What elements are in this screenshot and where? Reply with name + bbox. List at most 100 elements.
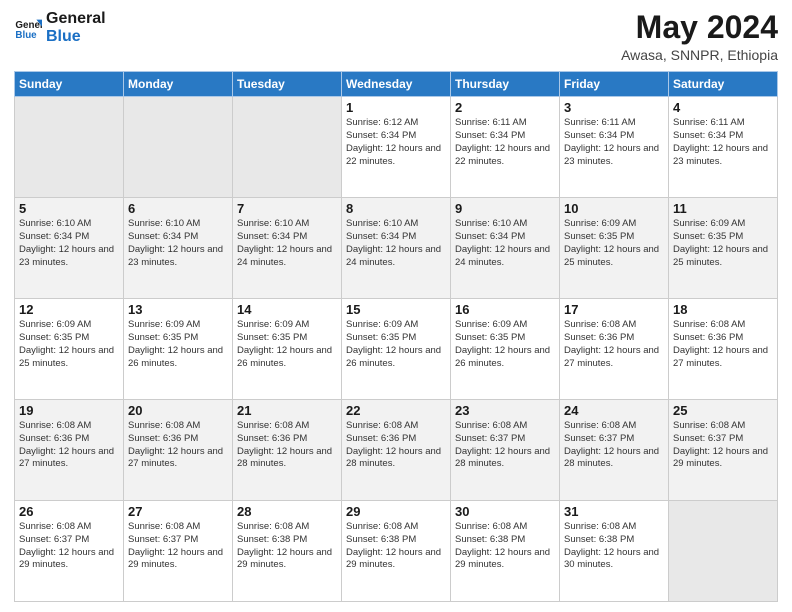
day-number: 31 (564, 504, 664, 519)
calendar-cell (669, 501, 778, 602)
day-number: 13 (128, 302, 228, 317)
day-info: Sunrise: 6:09 AM Sunset: 6:35 PM Dayligh… (128, 319, 228, 370)
title-block: May 2024 Awasa, SNNPR, Ethiopia (621, 10, 778, 63)
calendar-cell: 10Sunrise: 6:09 AM Sunset: 6:35 PM Dayli… (560, 198, 669, 299)
day-info: Sunrise: 6:08 AM Sunset: 6:38 PM Dayligh… (346, 521, 446, 572)
day-number: 8 (346, 201, 446, 216)
day-info: Sunrise: 6:08 AM Sunset: 6:36 PM Dayligh… (19, 420, 119, 471)
header: General Blue General Blue May 2024 Awasa… (14, 10, 778, 63)
calendar-cell: 19 Sunrise: 6:08 AM Sunset: 6:36 PM Dayli… (15, 400, 124, 501)
day-info: Sunrise: 6:08 AM Sunset: 6:37 PM Dayligh… (564, 420, 664, 471)
weekday-header: Sunday (15, 72, 124, 97)
day-number: 11 (673, 201, 773, 216)
weekday-header: Friday (560, 72, 669, 97)
day-number: 7 (237, 201, 337, 216)
day-info: Sunrise: 6:10 AM Sunset: 6:34 PM Dayligh… (346, 218, 446, 269)
day-info: Sunrise: 6:09 AM Sunset: 6:35 PM Dayligh… (564, 218, 664, 269)
calendar-cell: 11 Sunrise: 6:09 AM Sunset: 6:35 PM Dayli… (669, 198, 778, 299)
calendar-cell (233, 97, 342, 198)
day-number: 15 (346, 302, 446, 317)
calendar-cell: 16 Sunrise: 6:09 AM Sunset: 6:35 PM Dayli… (451, 299, 560, 400)
day-number: 27 (128, 504, 228, 519)
day-number: 19 (19, 403, 119, 418)
day-number: 1 (346, 100, 446, 115)
weekday-header: Thursday (451, 72, 560, 97)
day-number: 12 (19, 302, 119, 317)
calendar-cell: 2 Sunrise: 6:11 AM Sunset: 6:34 PM Daylig… (451, 97, 560, 198)
day-number: 24 (564, 403, 664, 418)
day-info: Sunrise: 6:09 AM Sunset: 6:35 PM Dayligh… (455, 319, 555, 370)
logo-icon: General Blue (14, 14, 42, 42)
day-info: Sunrise: 6:11 AM Sunset: 6:34 PM Dayligh… (455, 117, 555, 168)
calendar-cell: 12 Sunrise: 6:09 AM Sunset: 6:35 PM Dayli… (15, 299, 124, 400)
day-number: 25 (673, 403, 773, 418)
day-number: 6 (128, 201, 228, 216)
day-info: Sunrise: 6:08 AM Sunset: 6:37 PM Dayligh… (19, 521, 119, 572)
calendar-cell: 24 Sunrise: 6:08 AM Sunset: 6:37 PM Dayli… (560, 400, 669, 501)
calendar-cell: 15 Sunrise: 6:09 AM Sunset: 6:35 PM Dayli… (342, 299, 451, 400)
day-number: 21 (237, 403, 337, 418)
day-info: Sunrise: 6:08 AM Sunset: 6:37 PM Dayligh… (455, 420, 555, 471)
day-info: Sunrise: 6:08 AM Sunset: 6:37 PM Dayligh… (673, 420, 773, 471)
day-number: 26 (19, 504, 119, 519)
calendar-cell: 31 Sunrise: 6:08 AM Sunset: 6:38 PM Dayli… (560, 501, 669, 602)
page: General Blue General Blue May 2024 Awasa… (0, 0, 792, 612)
calendar-cell: 1 Sunrise: 6:12 AM Sunset: 6:34 PM Daylig… (342, 97, 451, 198)
day-info: Sunrise: 6:09 AM Sunset: 6:35 PM Dayligh… (19, 319, 119, 370)
day-info: Sunrise: 6:11 AM Sunset: 6:34 PM Dayligh… (564, 117, 664, 168)
logo-blue: Blue (46, 28, 106, 46)
calendar-cell (124, 97, 233, 198)
svg-text:Blue: Blue (15, 29, 37, 40)
day-number: 20 (128, 403, 228, 418)
calendar-cell: 26 Sunrise: 6:08 AM Sunset: 6:37 PM Dayli… (15, 501, 124, 602)
day-info: Sunrise: 6:08 AM Sunset: 6:36 PM Dayligh… (128, 420, 228, 471)
weekday-header: Saturday (669, 72, 778, 97)
day-info: Sunrise: 6:09 AM Sunset: 6:35 PM Dayligh… (237, 319, 337, 370)
logo-general: General (46, 10, 106, 28)
day-info: Sunrise: 6:08 AM Sunset: 6:38 PM Dayligh… (564, 521, 664, 572)
day-number: 3 (564, 100, 664, 115)
calendar-cell: 30Sunrise: 6:08 AM Sunset: 6:38 PM Dayli… (451, 501, 560, 602)
calendar-cell: 29 Sunrise: 6:08 AM Sunset: 6:38 PM Dayli… (342, 501, 451, 602)
calendar-cell: 25 Sunrise: 6:08 AM Sunset: 6:37 PM Dayli… (669, 400, 778, 501)
calendar-cell: 9 Sunrise: 6:10 AM Sunset: 6:34 PM Daylig… (451, 198, 560, 299)
day-info: Sunrise: 6:09 AM Sunset: 6:35 PM Dayligh… (673, 218, 773, 269)
day-info: Sunrise: 6:08 AM Sunset: 6:36 PM Dayligh… (673, 319, 773, 370)
day-number: 28 (237, 504, 337, 519)
calendar-cell: 6 Sunrise: 6:10 AM Sunset: 6:34 PM Daylig… (124, 198, 233, 299)
day-info: Sunrise: 6:10 AM Sunset: 6:34 PM Dayligh… (455, 218, 555, 269)
calendar-cell: 18 Sunrise: 6:08 AM Sunset: 6:36 PM Dayli… (669, 299, 778, 400)
calendar-cell: 27 Sunrise: 6:08 AM Sunset: 6:37 PM Dayli… (124, 501, 233, 602)
day-number: 9 (455, 201, 555, 216)
day-info: Sunrise: 6:09 AM Sunset: 6:35 PM Dayligh… (346, 319, 446, 370)
calendar-cell: 22Sunrise: 6:08 AM Sunset: 6:36 PM Dayli… (342, 400, 451, 501)
day-info: Sunrise: 6:10 AM Sunset: 6:34 PM Dayligh… (237, 218, 337, 269)
calendar-cell: 14 Sunrise: 6:09 AM Sunset: 6:35 PM Dayli… (233, 299, 342, 400)
day-number: 18 (673, 302, 773, 317)
calendar-cell: 7 Sunrise: 6:10 AM Sunset: 6:34 PM Daylig… (233, 198, 342, 299)
day-info: Sunrise: 6:08 AM Sunset: 6:38 PM Dayligh… (455, 521, 555, 572)
calendar-table: SundayMondayTuesdayWednesdayThursdayFrid… (14, 71, 778, 602)
day-number: 14 (237, 302, 337, 317)
calendar-cell: 4 Sunrise: 6:11 AM Sunset: 6:34 PM Daylig… (669, 97, 778, 198)
day-info: Sunrise: 6:08 AM Sunset: 6:36 PM Dayligh… (346, 420, 446, 471)
calendar-cell: 21 Sunrise: 6:08 AM Sunset: 6:36 PM Dayli… (233, 400, 342, 501)
location: Awasa, SNNPR, Ethiopia (621, 47, 778, 63)
calendar-header: SundayMondayTuesdayWednesdayThursdayFrid… (15, 72, 778, 97)
day-info: Sunrise: 6:08 AM Sunset: 6:36 PM Dayligh… (237, 420, 337, 471)
day-number: 29 (346, 504, 446, 519)
calendar-cell: 28 Sunrise: 6:08 AM Sunset: 6:38 PM Dayli… (233, 501, 342, 602)
day-number: 17 (564, 302, 664, 317)
calendar-cell: 20 Sunrise: 6:08 AM Sunset: 6:36 PM Dayli… (124, 400, 233, 501)
day-number: 16 (455, 302, 555, 317)
day-info: Sunrise: 6:10 AM Sunset: 6:34 PM Dayligh… (128, 218, 228, 269)
calendar-cell: 3 Sunrise: 6:11 AM Sunset: 6:34 PM Daylig… (560, 97, 669, 198)
day-info: Sunrise: 6:12 AM Sunset: 6:34 PM Dayligh… (346, 117, 446, 168)
day-number: 2 (455, 100, 555, 115)
day-info: Sunrise: 6:08 AM Sunset: 6:38 PM Dayligh… (237, 521, 337, 572)
calendar-cell: 8 Sunrise: 6:10 AM Sunset: 6:34 PM Daylig… (342, 198, 451, 299)
day-info: Sunrise: 6:11 AM Sunset: 6:34 PM Dayligh… (673, 117, 773, 168)
day-info: Sunrise: 6:08 AM Sunset: 6:37 PM Dayligh… (128, 521, 228, 572)
day-number: 4 (673, 100, 773, 115)
day-number: 5 (19, 201, 119, 216)
